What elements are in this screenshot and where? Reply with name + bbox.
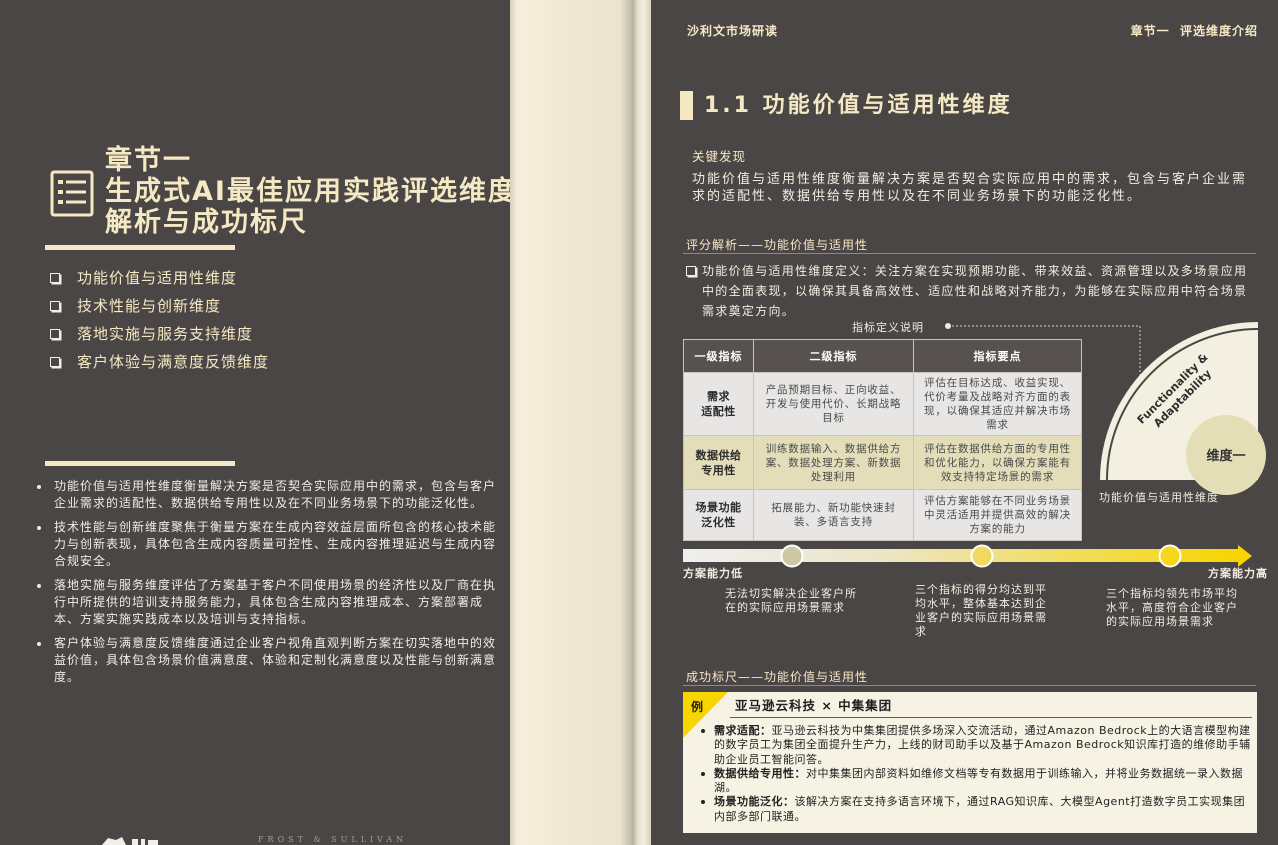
case-title: 亚马逊云科技 × 中集集团	[735, 698, 893, 713]
points-cell: 评估在目标达成、收益实现、代价考量及战略对齐方面的表现，以确保其适应并解决市场需…	[913, 372, 1082, 436]
summary-item: 落地实施与服务维度评估了方案基于客户不同使用场景的经济性以及厂商在执行中所提供的…	[34, 577, 504, 628]
partner-logo	[102, 837, 158, 845]
running-header-left: 沙利文市场研读	[687, 24, 779, 38]
connector-dot	[945, 323, 951, 329]
summary-list: 功能价值与适用性维度衡量解决方案是否契合实际应用中的需求，包含与客户企业需求的适…	[34, 478, 504, 693]
points-cell: 评估方案能够在不同业务场景中灵活适用并提供高效的解决方案的能力	[913, 489, 1082, 541]
bullet-icon	[37, 526, 41, 530]
bullet-icon	[701, 729, 705, 733]
level2-cell: 训练数据输入、数据供给方案、数据处理方案、新数据处理利用	[753, 435, 914, 490]
case-points: 需求适配：亚马逊云科技为中集集团提供多场深入交流活动，通过Amazon Bedr…	[701, 724, 1254, 824]
example-box: 例 亚马逊云科技 × 中集集团 需求适配：亚马逊云科技为中集集团提供多场深入交流…	[683, 692, 1257, 833]
level2-cell: 产品预期目标、正向收益、开发与使用代价、长期战略目标	[753, 372, 914, 436]
running-header-right: 章节一 评选维度介绍	[1130, 24, 1258, 38]
dimension-item: 功能价值与适用性维度	[50, 264, 269, 292]
dimension-badge-label: 维度一	[1206, 448, 1245, 464]
scoring-heading: 评分解析——功能价值与适用性	[686, 238, 869, 252]
checkbox-icon	[50, 357, 60, 367]
diagram-caption: 功能价值与适用性维度	[1099, 491, 1219, 504]
scoring-heading-rule	[683, 253, 1256, 254]
case-point: 需求适配：亚马逊云科技为中集集团提供多场深入交流活动，通过Amazon Bedr…	[701, 724, 1254, 767]
scale-desc-low: 无法切实解决企业客户所在的实际应用场景需求	[725, 587, 857, 614]
scale-point-mid	[970, 544, 994, 568]
table-header-level2: 二级指标	[753, 339, 914, 373]
title-divider	[45, 245, 235, 250]
checkbox-icon	[50, 329, 60, 339]
dimension-item: 技术性能与创新维度	[50, 292, 269, 320]
list-document-icon	[50, 170, 94, 217]
section-title-marker	[680, 91, 693, 120]
chapter-title-line-1: 生成式AI最佳应用实践评选维度	[105, 176, 510, 207]
case-point: 数据供给专用性：对中集集团内部资料如维修文档等专有数据用于训练输入，并将业务数据…	[701, 767, 1254, 796]
bullet-icon	[701, 800, 705, 805]
section-title: 1.1 功能价值与适用性维度	[704, 93, 1013, 118]
summary-item: 客户体验与满意度反馈维度通过企业客户视角直观判断方案在切实落地中的效益价值，具体…	[34, 635, 504, 686]
bullet-icon	[37, 485, 41, 489]
case-point: 场景功能泛化：该解决方案在支持多语言环境下，通过RAG知识库、大模型Agent打…	[701, 795, 1254, 824]
summary-item: 功能价值与适用性维度衡量解决方案是否契合实际应用中的需求，包含与客户企业需求的适…	[34, 478, 504, 512]
case-title-rule	[730, 717, 1252, 718]
key-finding-text: 功能价值与适用性维度衡量解决方案是否契合实际应用中的需求，包含与客户企业需求的适…	[692, 172, 1248, 204]
metric-note-label: 指标定义说明	[852, 321, 924, 334]
table-header-level1: 一级指标	[683, 339, 754, 373]
level2-cell: 拓展能力、新功能快速封装、多语言支持	[753, 489, 914, 541]
frost-sullivan-brand: FROST & SULLIVAN	[258, 835, 408, 844]
right-page: 沙利文市场研读 章节一 评选维度介绍 1.1 功能价值与适用性维度 关键发现 功…	[651, 0, 1278, 845]
dimension-item: 落地实施与服务支持维度	[50, 320, 269, 348]
level1-cell: 数据供给 专用性	[683, 435, 754, 490]
table-header-row: 一级指标 二级指标 指标要点	[683, 339, 1082, 373]
chapter-title-line-2: 解析与成功标尺	[105, 207, 308, 238]
dimension-definition: 功能价值与适用性维度定义：关注方案在实现预期功能、带来效益、资源管理以及多场景应…	[702, 264, 1248, 318]
table-row: 需求 适配性 产品预期目标、正向收益、开发与使用代价、长期战略目标 评估在目标达…	[683, 372, 1082, 436]
key-finding-label: 关键发现	[692, 149, 747, 164]
bullet-icon	[37, 642, 41, 646]
scale-high-label: 方案能力高	[1208, 567, 1268, 580]
dimension-checklist: 功能价值与适用性维度 技术性能与创新维度 落地实施与服务支持维度 客户体验与满意…	[50, 264, 269, 376]
table-row: 数据供给 专用性 训练数据输入、数据供给方案、数据处理方案、新数据处理利用 评估…	[683, 435, 1082, 490]
scale-point-high	[1158, 544, 1182, 568]
bullet-icon	[37, 584, 41, 588]
chapter-label: 章节一	[105, 145, 192, 176]
scale-bar	[683, 549, 1239, 562]
dimension-item: 客户体验与满意度反馈维度	[50, 348, 269, 376]
scale-desc-high: 三个指标均领先市场平均水平，高度符合企业客户的实际应用场景需求	[1106, 587, 1238, 628]
page-gutter	[510, 0, 651, 845]
chapter-title: 章节一 生成式AI最佳应用实践评选维度 解析与成功标尺	[105, 145, 510, 238]
scale-low-label: 方案能力低	[683, 567, 743, 580]
example-badge-label: 例	[691, 699, 703, 714]
benchmark-heading-rule	[683, 685, 1256, 686]
table-header-points: 指标要点	[913, 339, 1082, 373]
scale-desc-mid: 三个指标的得分均达到平均水平，整体基本达到企业客户的实际应用场景需求	[915, 583, 1047, 638]
table-row: 场景功能 泛化性 拓展能力、新功能快速封装、多语言支持 评估方案能够在不同业务场…	[683, 489, 1082, 541]
level1-cell: 需求 适配性	[683, 372, 754, 436]
bullet-icon	[701, 771, 705, 776]
checkbox-icon	[50, 301, 60, 311]
left-page: 章节一 生成式AI最佳应用实践评选维度 解析与成功标尺 功能价值与适用性维度 技…	[0, 0, 510, 845]
capability-scale	[683, 544, 1252, 568]
metrics-table: 一级指标 二级指标 指标要点 需求 适配性 产品预期目标、正向收益、开发与使用代…	[683, 339, 1082, 541]
dimension-diagram: Functionality & Adaptability 维度一	[1100, 322, 1266, 495]
benchmark-heading: 成功标尺——功能价值与适用性	[686, 670, 869, 684]
checkbox-icon	[50, 273, 60, 283]
summary-divider	[45, 461, 235, 466]
level1-cell: 场景功能 泛化性	[683, 489, 754, 541]
points-cell: 评估在数据供给方面的专用性和优化能力，以确保方案能有效支持特定场景的需求	[913, 435, 1082, 490]
scale-point-low	[780, 544, 804, 568]
scale-arrowhead	[1238, 545, 1252, 567]
summary-item: 技术性能与创新维度聚焦于衡量方案在生成内容效益层面所包含的核心技术能力与创新表现…	[34, 519, 504, 570]
checkbox-icon	[686, 266, 696, 276]
